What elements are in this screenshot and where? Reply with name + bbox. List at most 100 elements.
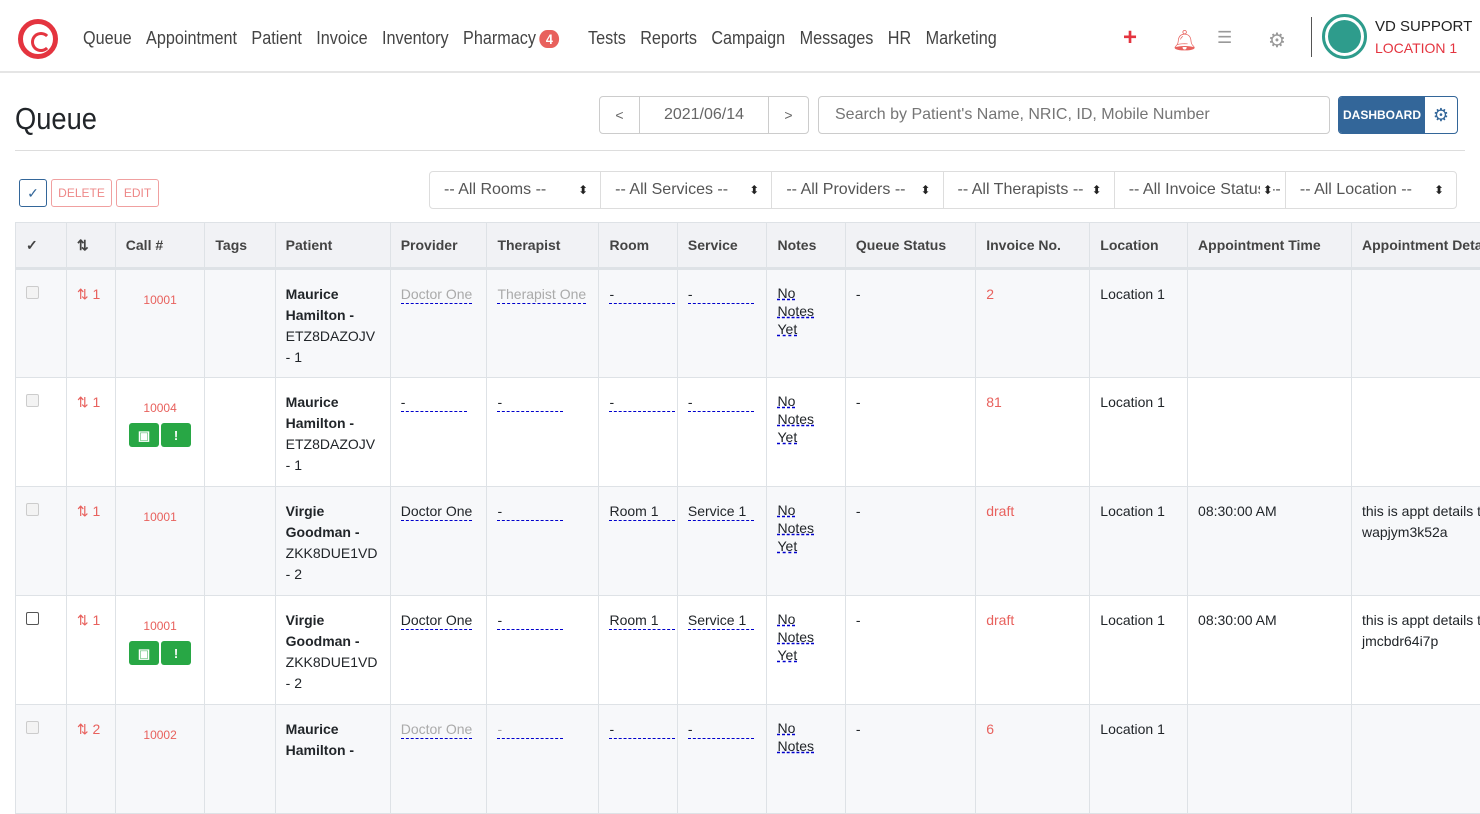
row-checkbox[interactable] <box>26 721 39 734</box>
room-value[interactable]: - <box>609 285 675 304</box>
service-value[interactable]: Service 1 <box>688 611 754 630</box>
column-header[interactable]: Appointment Time <box>1188 223 1352 269</box>
table-row[interactable]: ⇅ 110001Maurice Hamilton -ETZ8DAZOJV - 1… <box>16 269 1480 378</box>
delete-button[interactable]: DELETE <box>51 179 112 207</box>
column-header[interactable]: Queue Status <box>845 223 975 269</box>
dashboard-button[interactable]: DASHBOARD <box>1339 97 1425 133</box>
room-value[interactable]: - <box>609 720 675 739</box>
edit-button[interactable]: EDIT <box>116 179 159 207</box>
appointment-icon[interactable]: ▣ <box>129 641 159 665</box>
service-value[interactable]: - <box>688 393 754 412</box>
patient-name[interactable]: Maurice Hamilton - <box>286 394 354 431</box>
provider-value[interactable]: Doctor One <box>401 502 473 521</box>
order-value[interactable]: ⇅ 2 <box>77 721 100 737</box>
provider-value[interactable]: Doctor One <box>401 285 473 304</box>
select-all-button[interactable]: ✓ <box>19 179 47 207</box>
room-value[interactable]: Room 1 <box>609 502 675 521</box>
invoice-link[interactable]: 2 <box>986 286 994 302</box>
invoice-link[interactable]: draft <box>986 612 1014 628</box>
filter-select[interactable]: -- All Providers -- <box>772 172 943 208</box>
alert-icon[interactable]: ! <box>161 641 191 665</box>
avatar[interactable] <box>1322 14 1367 59</box>
notes-value[interactable]: No Notes Yet <box>777 610 834 664</box>
row-checkbox[interactable] <box>26 612 39 625</box>
user-location[interactable]: LOCATION 1 <box>1375 40 1457 56</box>
filter-select[interactable]: -- All Services -- <box>601 172 772 208</box>
plus-icon[interactable]: + <box>1123 24 1137 52</box>
date-value[interactable]: 2021/06/14 <box>640 97 768 133</box>
notes-value[interactable]: No Notes Yet <box>777 392 834 446</box>
column-header[interactable]: Provider <box>390 223 487 269</box>
therapist-value[interactable]: - <box>497 720 563 739</box>
provider-value[interactable]: Doctor One <box>401 720 473 739</box>
provider-value[interactable]: - <box>401 393 467 412</box>
checklist-icon[interactable]: ☰ <box>1217 28 1232 48</box>
filter-select[interactable]: -- All Invoice Status -- <box>1115 172 1286 208</box>
call-number[interactable]: 10002 <box>143 728 176 742</box>
order-value[interactable]: ⇅ 1 <box>77 503 100 519</box>
order-value[interactable]: ⇅ 1 <box>77 612 100 628</box>
table-row[interactable]: ⇅ 110001Virgie Goodman -ZKK8DUE1VD - 2Do… <box>16 487 1480 596</box>
prev-date-button[interactable]: < <box>600 97 640 133</box>
therapist-value[interactable]: - <box>497 502 563 521</box>
table-row[interactable]: ⇅ 210002Maurice Hamilton -Doctor One---N… <box>16 705 1480 814</box>
column-header[interactable]: Therapist <box>487 223 599 269</box>
column-header[interactable]: Call # <box>115 223 205 269</box>
column-header[interactable]: Tags <box>205 223 275 269</box>
order-value[interactable]: ⇅ 1 <box>77 394 100 410</box>
row-checkbox[interactable] <box>26 503 39 516</box>
service-value[interactable]: Service 1 <box>688 502 754 521</box>
invoice-link[interactable]: 81 <box>986 394 1002 410</box>
call-number[interactable]: 10004 <box>143 401 176 415</box>
room-value[interactable]: - <box>609 393 675 412</box>
search-input[interactable] <box>818 96 1330 134</box>
order-value[interactable]: ⇅ 1 <box>77 286 100 302</box>
nav-inventory[interactable]: Inventory <box>382 28 449 49</box>
nav-invoice[interactable]: Invoice <box>316 28 367 49</box>
row-checkbox[interactable] <box>26 394 39 407</box>
service-value[interactable]: - <box>688 720 754 739</box>
patient-name[interactable]: Virgie Goodman - <box>286 503 360 540</box>
column-header[interactable]: Service <box>677 223 767 269</box>
table-row[interactable]: ⇅ 110001▣!Virgie Goodman -ZKK8DUE1VD - 2… <box>16 596 1480 705</box>
therapist-value[interactable]: Therapist One <box>497 285 586 304</box>
alert-icon[interactable]: ! <box>161 423 191 447</box>
nav-pharmacy[interactable]: Pharmacy4 <box>463 28 574 49</box>
column-header[interactable]: Notes <box>767 223 845 269</box>
nav-queue[interactable]: Queue <box>83 28 132 49</box>
call-number[interactable]: 10001 <box>143 293 176 307</box>
row-checkbox[interactable] <box>26 286 39 299</box>
provider-value[interactable]: Doctor One <box>401 611 473 630</box>
invoice-link[interactable]: 6 <box>986 721 994 737</box>
settings-gear-icon[interactable]: ⚙ <box>1425 97 1457 133</box>
notes-value[interactable]: No Notes Yet <box>777 284 834 338</box>
patient-name[interactable]: Maurice Hamilton - <box>286 721 354 758</box>
gear-icon[interactable]: ⚙ <box>1268 28 1286 53</box>
patient-name[interactable]: Virgie Goodman - <box>286 612 360 649</box>
nav-patient[interactable]: Patient <box>251 28 301 49</box>
column-header[interactable]: Patient <box>275 223 390 269</box>
notes-value[interactable]: No Notes Yet <box>777 501 834 555</box>
nav-hr[interactable]: HR <box>888 28 911 49</box>
nav-marketing[interactable]: Marketing <box>926 28 997 49</box>
next-date-button[interactable]: > <box>768 97 808 133</box>
nav-appointment[interactable]: Appointment <box>146 28 237 49</box>
column-header[interactable]: Appointment Details <box>1351 223 1480 269</box>
column-header[interactable]: Invoice No. <box>976 223 1090 269</box>
therapist-value[interactable]: - <box>497 611 563 630</box>
nav-campaign[interactable]: Campaign <box>711 28 785 49</box>
logo[interactable] <box>18 19 58 59</box>
nav-tests[interactable]: Tests <box>588 28 626 49</box>
nav-messages[interactable]: Messages <box>800 28 874 49</box>
column-header[interactable]: Room <box>599 223 677 269</box>
bell-icon[interactable]: 🔔︎ <box>1172 28 1197 53</box>
column-header[interactable]: Location <box>1090 223 1188 269</box>
filter-select[interactable]: -- All Rooms -- <box>430 172 601 208</box>
therapist-value[interactable]: - <box>497 393 563 412</box>
room-value[interactable]: Room 1 <box>609 611 675 630</box>
table-row[interactable]: ⇅ 110004▣!Maurice Hamilton -ETZ8DAZOJV -… <box>16 378 1480 487</box>
filter-select[interactable]: -- All Therapists -- <box>944 172 1115 208</box>
appointment-icon[interactable]: ▣ <box>129 423 159 447</box>
nav-reports[interactable]: Reports <box>640 28 697 49</box>
column-header[interactable]: ✓ <box>16 223 67 269</box>
